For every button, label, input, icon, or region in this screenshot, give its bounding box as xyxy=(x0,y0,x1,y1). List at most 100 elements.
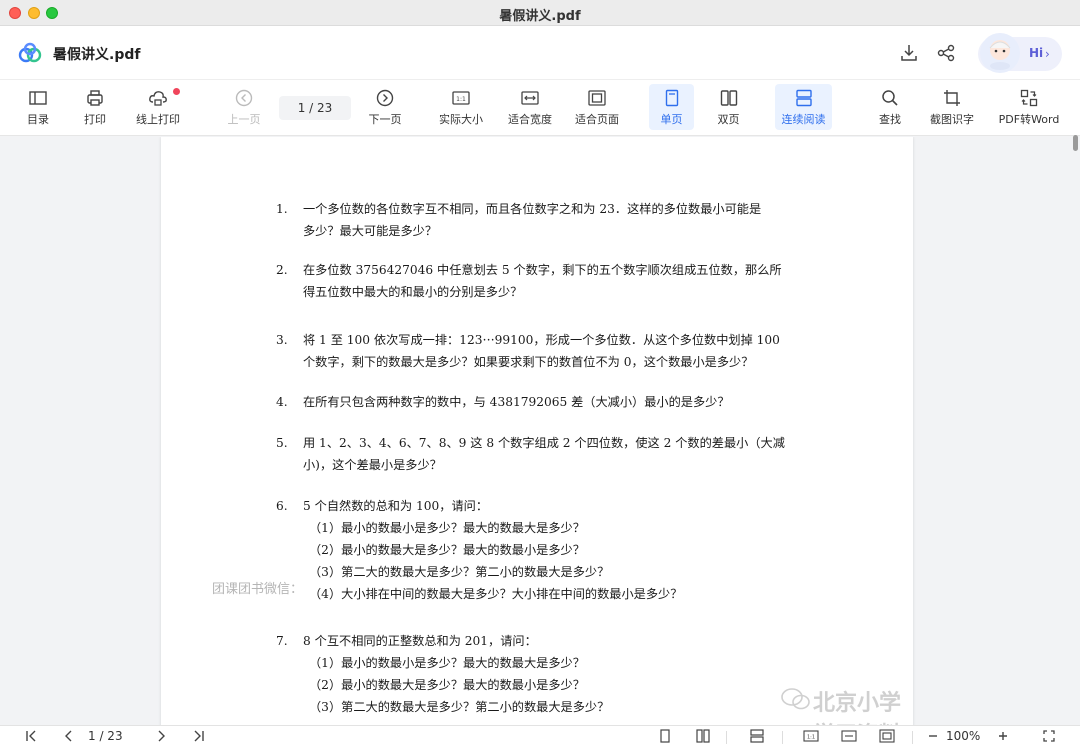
continuous-reading-button[interactable]: 连续阅读 xyxy=(775,84,832,130)
bottom-page-indicator[interactable]: 1 / 23 xyxy=(88,729,123,743)
question-text-line: 个数字，剩下的数最大是多少？如果要求剩下的数首位不为 0，这个数最小是多少？ xyxy=(303,355,754,369)
fit-width-icon xyxy=(841,730,857,742)
sub-question-line: （1）最小的数最小是多少？最大的数最大是多少？ xyxy=(309,521,585,535)
sub-question-line: （1）最小的数最小是多少？最大的数最大是多少？ xyxy=(309,656,585,670)
sub-question-line: （3）第二大的数最大是多少？第二小的数最大是多少？ xyxy=(309,565,610,579)
double-page-label: 双页 xyxy=(717,113,740,126)
assistant-button[interactable]: Hi › xyxy=(978,33,1062,73)
actual-size-label: 实际大小 xyxy=(439,113,483,126)
document-title: 暑假讲义.pdf xyxy=(53,47,141,63)
sub-question-line: （2）最小的数最大是多少？最大的数最小是多少？ xyxy=(309,678,585,692)
fit-page-bottom-button[interactable] xyxy=(878,728,896,746)
fit-width-button[interactable]: 适合宽度 xyxy=(503,84,557,130)
last-page-icon xyxy=(194,730,204,742)
double-page-button[interactable]: 双页 xyxy=(706,84,751,130)
double-page-bottom-button[interactable] xyxy=(694,728,712,746)
single-page-label: 单页 xyxy=(660,113,683,126)
first-page-button[interactable] xyxy=(22,728,40,746)
zoom-in-button[interactable] xyxy=(994,728,1012,746)
question-item: 2. 在多位数 3756427046 中任意划去 5 个数字，剩下的五个数字顺次组… xyxy=(276,259,816,303)
single-page-button[interactable]: 单页 xyxy=(649,84,694,130)
download-icon[interactable] xyxy=(899,43,919,63)
question-item: 1. 一个多位数的各位数字互不相同，而且各位数字之和为 23．这样的多位数最小可能… xyxy=(276,198,816,242)
continuous-scroll-icon xyxy=(795,89,812,107)
printer-icon xyxy=(87,90,103,106)
zoom-level[interactable]: 100% xyxy=(946,729,980,743)
fullscreen-icon xyxy=(1043,730,1055,742)
app-logo-icon xyxy=(18,42,42,63)
notification-badge xyxy=(173,88,180,95)
divider xyxy=(912,731,913,744)
fit-page-label: 适合页面 xyxy=(575,113,619,126)
svg-text:1:1: 1:1 xyxy=(807,735,815,741)
single-page-icon xyxy=(660,729,670,743)
vertical-scrollbar[interactable] xyxy=(1073,135,1078,151)
cloud-print-icon xyxy=(149,91,167,106)
last-page-button[interactable] xyxy=(190,728,208,746)
prev-page-bottom-button[interactable] xyxy=(60,728,78,746)
toc-button[interactable]: 目录 xyxy=(20,84,56,130)
question-number: 5. xyxy=(276,436,288,450)
question-item: 5. 用 1、2、3、4、6、7、8、9 这 8 个数字组成 2 个四位数，使这 … xyxy=(276,432,816,476)
share-icon[interactable] xyxy=(936,43,956,63)
prev-page-button[interactable]: 上一页 xyxy=(222,84,266,130)
question-text-line: 在所有只包含两种数字的数中，与 4381792065 差（大减小）最小的是多少？ xyxy=(303,395,730,409)
ocr-label: 截图识字 xyxy=(930,113,974,126)
prev-page-label: 上一页 xyxy=(227,113,261,126)
find-label: 查找 xyxy=(879,113,901,126)
double-page-icon xyxy=(696,729,710,743)
fit-page-button[interactable]: 适合页面 xyxy=(570,84,624,130)
actual-size-icon: 1:1 xyxy=(803,730,819,742)
bottom-status-bar: 1 / 23 1:1 100% xyxy=(0,725,1080,748)
question-text-line: 在多位数 3756427046 中任意划去 5 个数字，剩下的五个数字顺次组成五… xyxy=(303,263,782,277)
search-icon xyxy=(882,90,898,106)
single-page-bottom-button[interactable] xyxy=(656,728,674,746)
question-text-line: 8 个互不相同的正整数总和为 201，请问： xyxy=(303,634,537,648)
fit-width-bottom-button[interactable] xyxy=(840,728,858,746)
document-viewer[interactable]: 团课团书微信： 北京小学学习资料 1.一个多位数的各位数字互不相同，而且各位数字… xyxy=(0,137,1080,725)
question-text-line: 得五位数中最大的和最小的分别是多少？ xyxy=(303,285,523,299)
question-text-line: 将 1 至 100 依次写成一排：123⋯99100，形成一个多位数．从这个多位… xyxy=(303,333,780,347)
page-number-input[interactable]: 1 / 23 xyxy=(279,96,351,120)
arrow-left-circle-icon xyxy=(235,89,253,107)
actual-size-bottom-button[interactable]: 1:1 xyxy=(802,728,820,746)
next-page-button[interactable]: 下一页 xyxy=(363,84,407,130)
continuous-bottom-button[interactable] xyxy=(748,728,766,746)
single-page-icon xyxy=(665,89,678,107)
next-page-bottom-button[interactable] xyxy=(152,728,170,746)
actual-size-button[interactable]: 1:1 实际大小 xyxy=(434,84,488,130)
zoom-out-button[interactable] xyxy=(924,728,942,746)
divider xyxy=(782,731,783,744)
question-number: 7. xyxy=(276,634,288,648)
chevron-right-icon xyxy=(158,730,165,742)
ocr-button[interactable]: 截图识字 xyxy=(926,84,978,130)
double-page-icon xyxy=(720,90,737,106)
question-number: 2. xyxy=(276,263,288,277)
main-toolbar: 目录 打印 线上打印 上一页 下一页 1:1 实际大小 适合宽度 适合页面 单页… xyxy=(0,80,1080,136)
print-label: 打印 xyxy=(84,113,106,126)
pdf-page: 团课团书微信： 北京小学学习资料 1.一个多位数的各位数字互不相同，而且各位数字… xyxy=(161,137,913,725)
app-header: 暑假讲义.pdf Hi › xyxy=(0,26,1080,80)
chevron-right-icon: › xyxy=(1045,47,1050,61)
toc-label: 目录 xyxy=(27,113,49,126)
question-item: 3. 将 1 至 100 依次写成一排：123⋯99100，形成一个多位数．从这个… xyxy=(276,329,816,373)
continuous-scroll-icon xyxy=(750,729,764,743)
online-print-label: 线上打印 xyxy=(136,113,180,126)
first-page-icon xyxy=(26,730,36,742)
toc-icon xyxy=(29,91,47,105)
screenshot-crop-icon xyxy=(944,90,960,106)
question-number: 3. xyxy=(276,333,288,347)
window-title: 暑假讲义.pdf xyxy=(499,9,581,24)
sub-question-line: （2）最小的数最大是多少？最大的数最小是多少？ xyxy=(309,543,585,557)
convert-icon xyxy=(1020,89,1038,107)
question-text-line: 用 1、2、3、4、6、7、8、9 这 8 个数字组成 2 个四位数，使这 2 … xyxy=(303,436,785,450)
print-button[interactable]: 打印 xyxy=(77,84,113,130)
question-text-line: 一个多位数的各位数字互不相同，而且各位数字之和为 23．这样的多位数最小可能是 xyxy=(303,202,762,216)
find-button[interactable]: 查找 xyxy=(868,84,912,130)
pdf-to-word-button[interactable]: PDF转Word xyxy=(996,84,1062,130)
plus-icon xyxy=(999,732,1007,740)
continuous-reading-label: 连续阅读 xyxy=(781,113,826,126)
fullscreen-button[interactable] xyxy=(1040,728,1058,746)
pdf-to-word-label: PDF转Word xyxy=(998,113,1060,126)
sub-question-line: （4）大小排在中间的数最大是多少？大小排在中间的数最小是多少？ xyxy=(309,587,683,601)
